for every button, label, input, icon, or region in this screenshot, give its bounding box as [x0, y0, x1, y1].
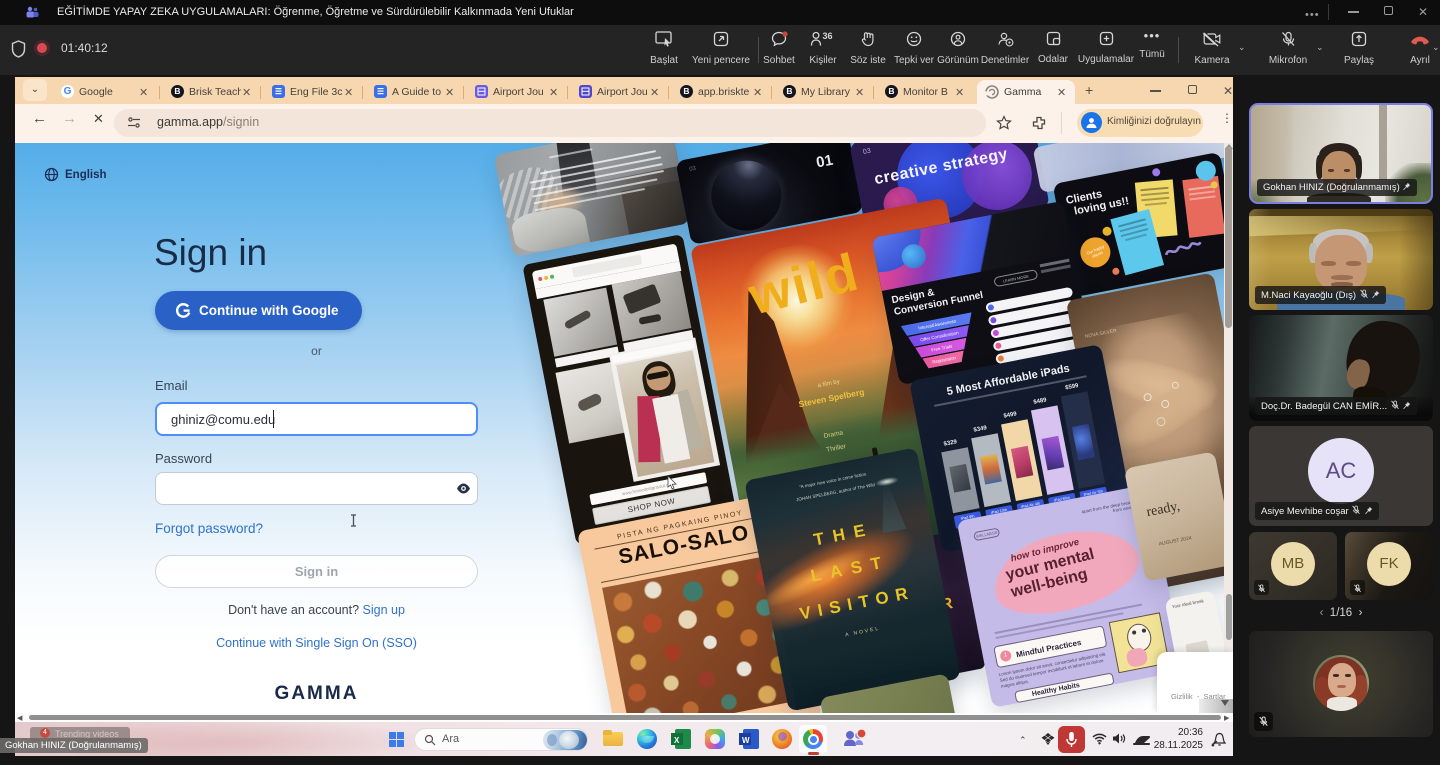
svg-text:36: 36 — [823, 31, 833, 41]
